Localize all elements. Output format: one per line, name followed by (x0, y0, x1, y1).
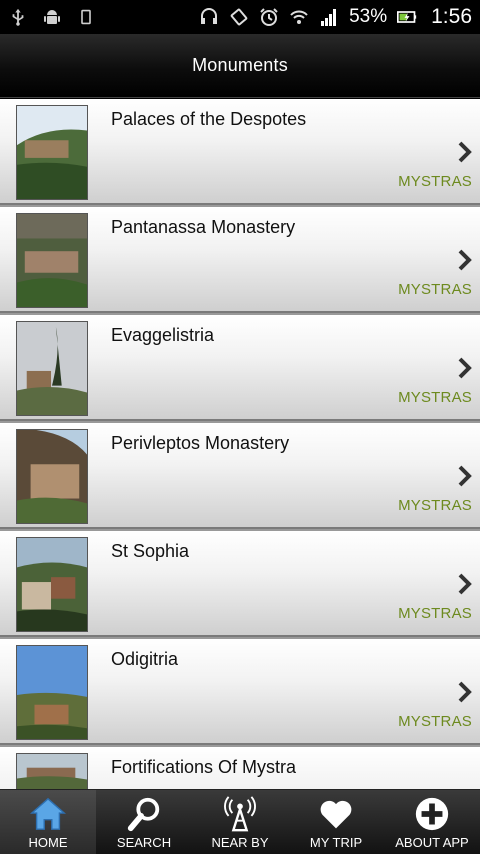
plus-icon (413, 795, 451, 833)
item-title: Perivleptos Monastery (111, 433, 290, 453)
search-icon (125, 795, 163, 833)
item-title: St Sophia (111, 541, 190, 561)
tab-label: ABOUT APP (395, 835, 469, 850)
item-title: Palaces of the Despotes (111, 109, 307, 129)
chevron-right-icon (458, 249, 472, 271)
chevron-right-icon (458, 573, 472, 595)
tab-nearby[interactable]: NEAR BY (192, 790, 288, 854)
monument-thumbnail (16, 321, 88, 416)
battery-icon (397, 7, 417, 27)
item-title: Odigitria (111, 649, 179, 669)
item-category: MYSTRAS (398, 497, 472, 514)
bottom-tab-bar: HOME SEARCH NEAR BY MY TRIP ABOUT APP (0, 789, 480, 854)
tab-label: MY TRIP (309, 835, 363, 850)
usb-icon (8, 7, 28, 27)
antenna-icon (221, 795, 259, 833)
headset-icon (199, 7, 219, 27)
item-title: Evaggelistria (111, 325, 215, 345)
sd-card-icon (76, 7, 96, 27)
rotation-icon (229, 7, 249, 27)
tab-label: HOME (28, 835, 68, 850)
monument-list: Palaces of the Despotes MYSTRAS Pantanas… (0, 99, 480, 789)
tab-label: NEAR BY (211, 835, 269, 850)
clock: 1:56 (431, 5, 472, 28)
item-title: Fortifications Of Mystra (111, 757, 297, 777)
alarm-icon (259, 7, 279, 27)
monument-thumbnail (16, 645, 88, 740)
list-item[interactable]: Evaggelistria MYSTRAS (0, 315, 480, 421)
tab-search[interactable]: SEARCH (96, 790, 192, 854)
android-icon (42, 7, 62, 27)
tab-about-app[interactable]: ABOUT APP (384, 790, 480, 854)
item-category: MYSTRAS (398, 281, 472, 298)
status-bar: 53% 1:56 (0, 0, 480, 34)
tab-my-trip[interactable]: MY TRIP (288, 790, 384, 854)
item-category: MYSTRAS (398, 173, 472, 190)
list-item[interactable]: Palaces of the Despotes MYSTRAS (0, 99, 480, 205)
item-category: MYSTRAS (398, 713, 472, 730)
list-item[interactable]: Perivleptos Monastery MYSTRAS (0, 423, 480, 529)
title-bar: Monuments (0, 34, 480, 98)
tab-label: SEARCH (116, 835, 172, 850)
tab-home[interactable]: HOME (0, 790, 96, 854)
monument-thumbnail (16, 429, 88, 524)
signal-icon (319, 7, 339, 27)
item-category: MYSTRAS (398, 389, 472, 406)
item-category: MYSTRAS (398, 605, 472, 622)
monument-thumbnail (16, 213, 88, 308)
chevron-right-icon (458, 681, 472, 703)
list-item[interactable]: Odigitria MYSTRAS (0, 639, 480, 745)
battery-percent: 53% (349, 6, 388, 27)
item-title: Pantanassa Monastery (111, 217, 296, 237)
wifi-icon (289, 7, 309, 27)
list-item[interactable]: St Sophia MYSTRAS (0, 531, 480, 637)
monument-thumbnail (16, 105, 88, 200)
chevron-right-icon (458, 357, 472, 379)
monument-thumbnail (16, 753, 88, 789)
heart-icon (317, 795, 355, 833)
list-item[interactable]: Pantanassa Monastery MYSTRAS (0, 207, 480, 313)
page-title: Monuments (192, 55, 288, 75)
chevron-right-icon (458, 465, 472, 487)
chevron-right-icon (458, 141, 472, 163)
home-icon (29, 795, 67, 833)
list-item[interactable]: Fortifications Of Mystra (0, 747, 480, 789)
monument-thumbnail (16, 537, 88, 632)
